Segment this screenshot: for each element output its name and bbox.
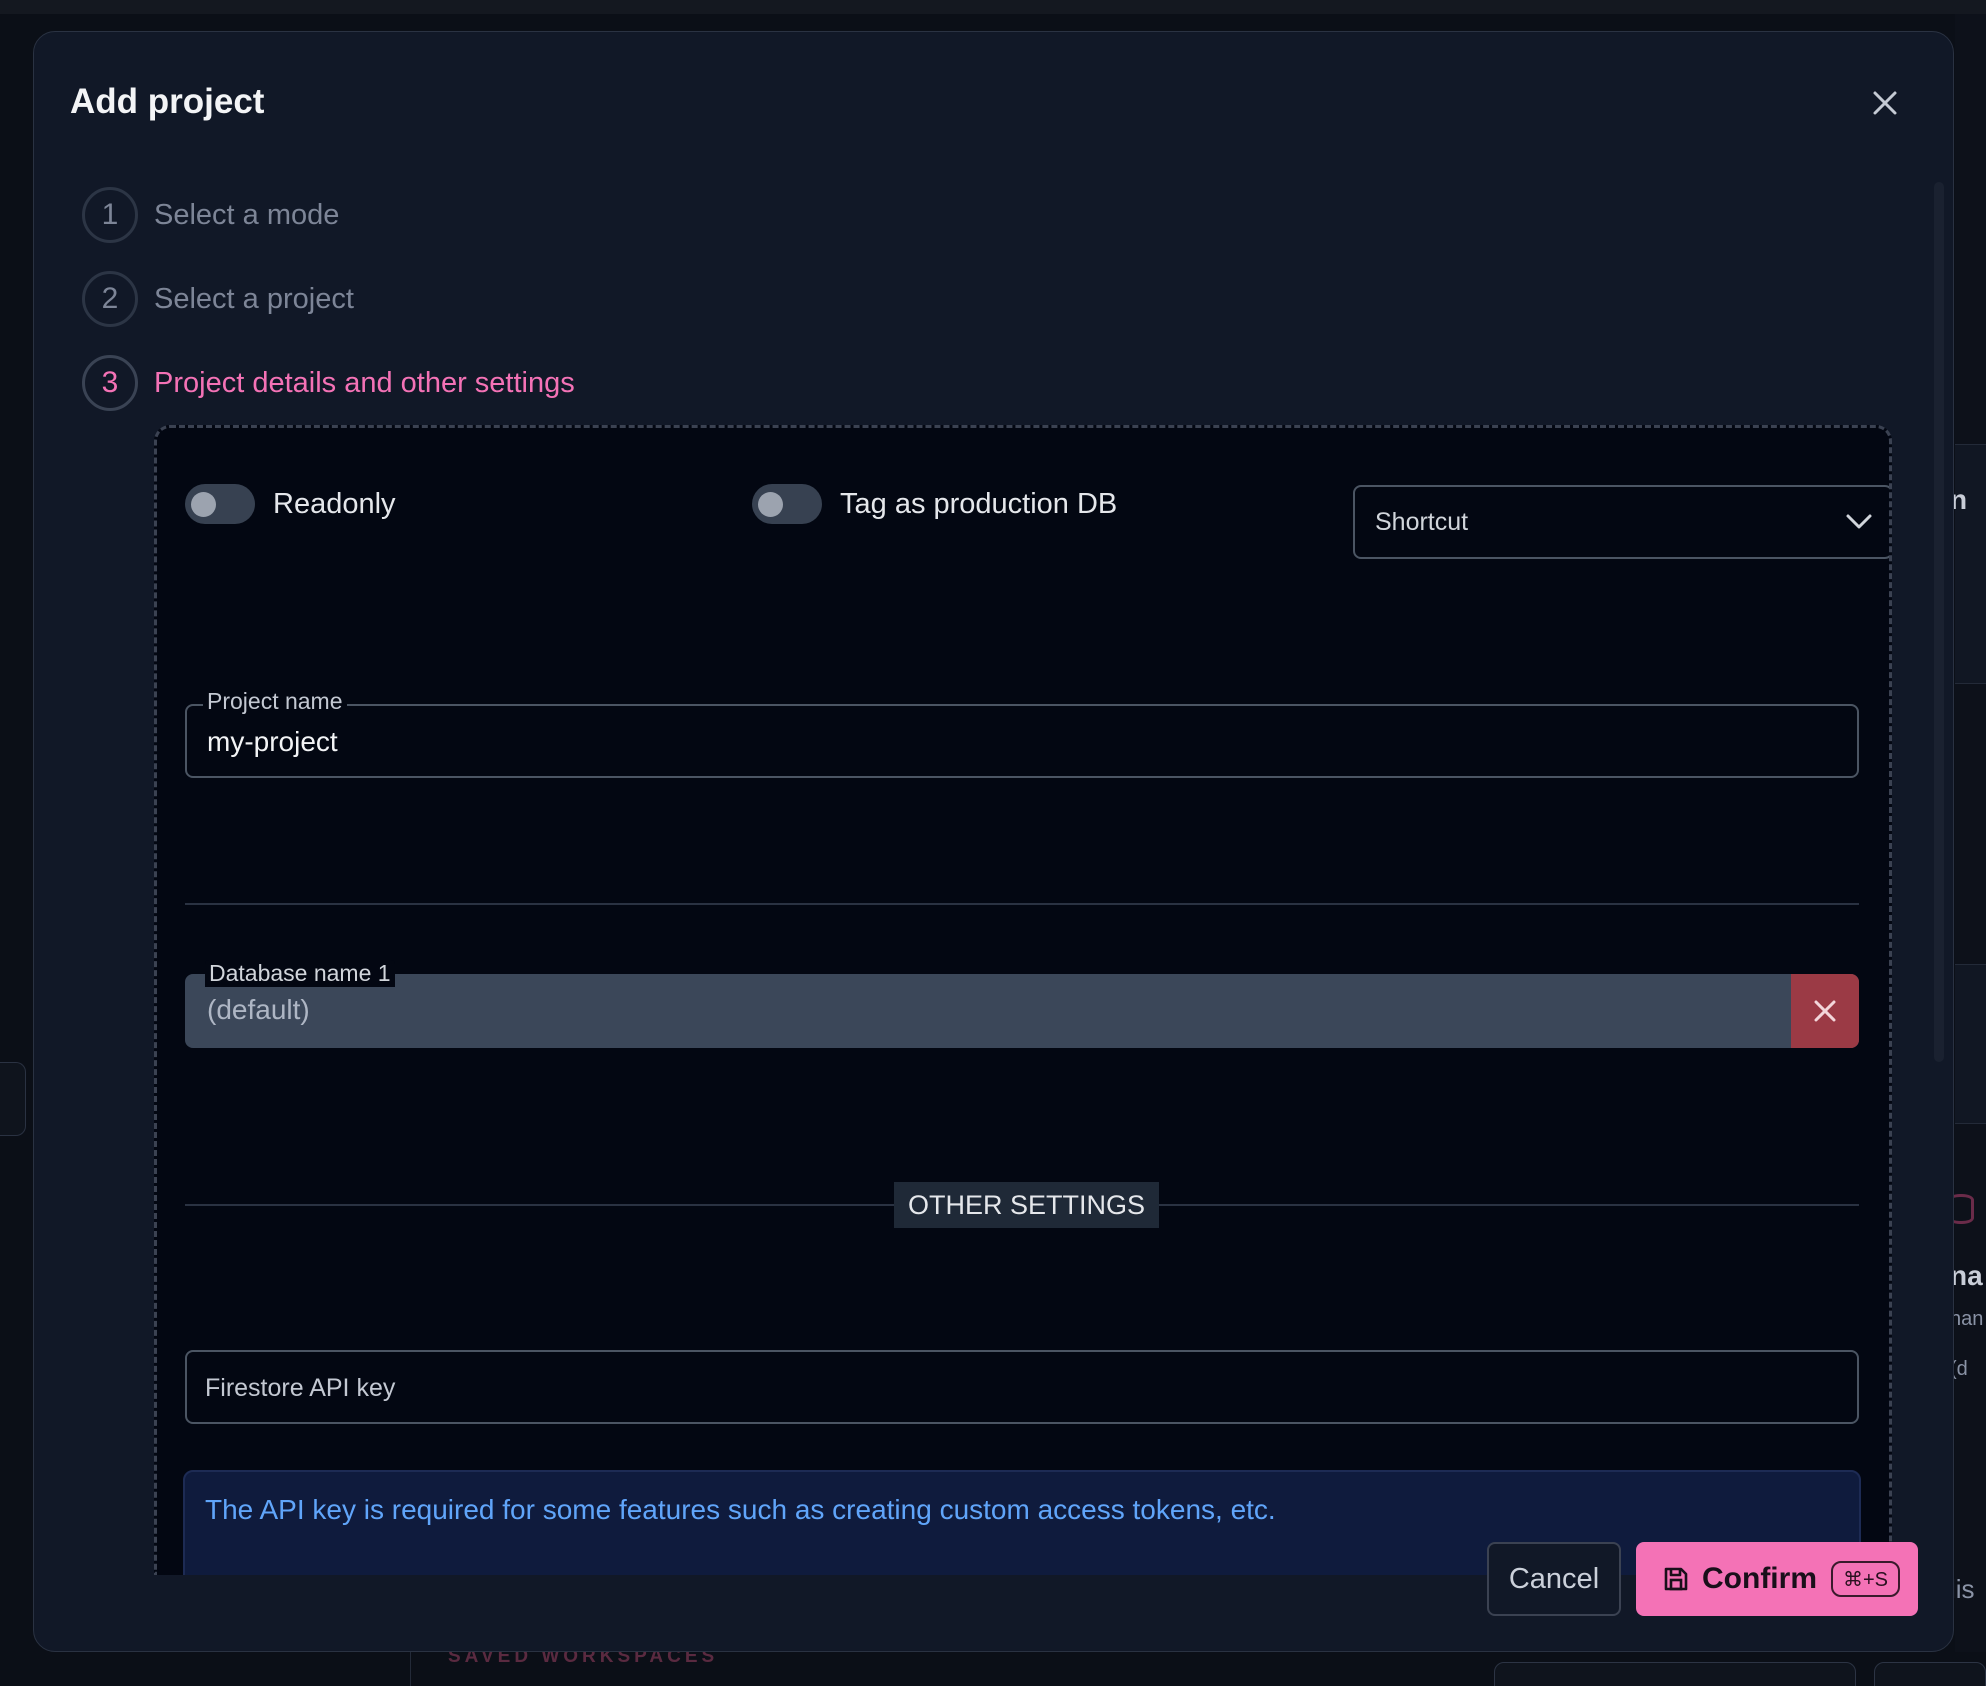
- step-project-details[interactable]: 3 Project details and other settings: [82, 355, 575, 411]
- readonly-label: Readonly: [273, 487, 396, 520]
- project-details-panel: Readonly Tag as production DB Shortcut P…: [154, 425, 1892, 1575]
- background-panel: [1955, 444, 1986, 684]
- step-label: Select a project: [154, 282, 354, 315]
- background-text: lis: [1950, 1574, 1975, 1604]
- background-side-tab: [0, 1062, 26, 1136]
- background-text: na: [1950, 1260, 1983, 1291]
- confirm-label: Confirm: [1702, 1562, 1817, 1595]
- step-number: 2: [82, 271, 138, 327]
- production-db-toggle[interactable]: [752, 484, 822, 524]
- background-panel: [1955, 964, 1986, 1124]
- app-background-right: [1955, 14, 1986, 1686]
- chevron-down-icon: [1846, 514, 1872, 529]
- readonly-toggle[interactable]: [185, 484, 255, 524]
- confirm-button[interactable]: Confirm ⌘+S: [1636, 1542, 1918, 1616]
- firestore-api-key-field[interactable]: Firestore API key: [185, 1350, 1859, 1424]
- api-key-info-text: The API key is required for some feature…: [205, 1494, 1276, 1525]
- other-settings-divider: OTHER SETTINGS: [185, 1182, 1859, 1228]
- other-settings-heading: OTHER SETTINGS: [894, 1182, 1160, 1228]
- step-label: Project details and other settings: [154, 366, 575, 399]
- add-project-modal: Add project 1 Select a mode 2 Select a p…: [33, 31, 1954, 1652]
- step-label: Select a mode: [154, 198, 340, 231]
- project-name-value[interactable]: my-project: [207, 726, 338, 758]
- project-name-field[interactable]: Project name my-project: [185, 688, 1859, 778]
- step-number: 1: [82, 187, 138, 243]
- production-setting: Tag as production DB: [752, 482, 1117, 526]
- toggle-knob: [191, 492, 216, 517]
- close-icon: [1873, 91, 1897, 115]
- app-top-bar: [0, 0, 1986, 14]
- divider: [185, 903, 1859, 905]
- background-button: [1494, 1662, 1856, 1686]
- save-icon: [1664, 1567, 1688, 1591]
- database-name-field[interactable]: Database name 1 (default): [185, 960, 1859, 1048]
- project-name-legend: Project name: [203, 688, 347, 715]
- shortcut-select-value: Shortcut: [1375, 507, 1469, 536]
- step-select-project[interactable]: 2 Select a project: [82, 271, 354, 327]
- database-name-legend: Database name 1: [205, 960, 395, 987]
- background-text: han: [1950, 1308, 1984, 1330]
- close-button[interactable]: [1864, 82, 1906, 124]
- background-button: [1874, 1662, 1986, 1686]
- toggle-knob: [758, 492, 783, 517]
- modal-title: Add project: [70, 82, 265, 121]
- confirm-shortcut-badge: ⌘+S: [1831, 1561, 1901, 1597]
- close-icon: [1814, 1000, 1836, 1022]
- step-select-mode[interactable]: 1 Select a mode: [82, 187, 339, 243]
- background-text: n: [1950, 484, 1968, 515]
- remove-database-button[interactable]: [1791, 974, 1859, 1048]
- step-number: 3: [82, 355, 138, 411]
- background-text: (d: [1950, 1358, 1968, 1380]
- readonly-setting: Readonly: [185, 482, 396, 526]
- modal-scrollbar[interactable]: [1934, 182, 1944, 1062]
- production-db-label: Tag as production DB: [840, 487, 1118, 520]
- shortcut-select[interactable]: Shortcut: [1353, 485, 1889, 559]
- database-name-value[interactable]: (default): [207, 994, 310, 1026]
- firestore-api-key-placeholder: Firestore API key: [205, 1374, 396, 1402]
- cancel-button[interactable]: Cancel: [1487, 1542, 1621, 1616]
